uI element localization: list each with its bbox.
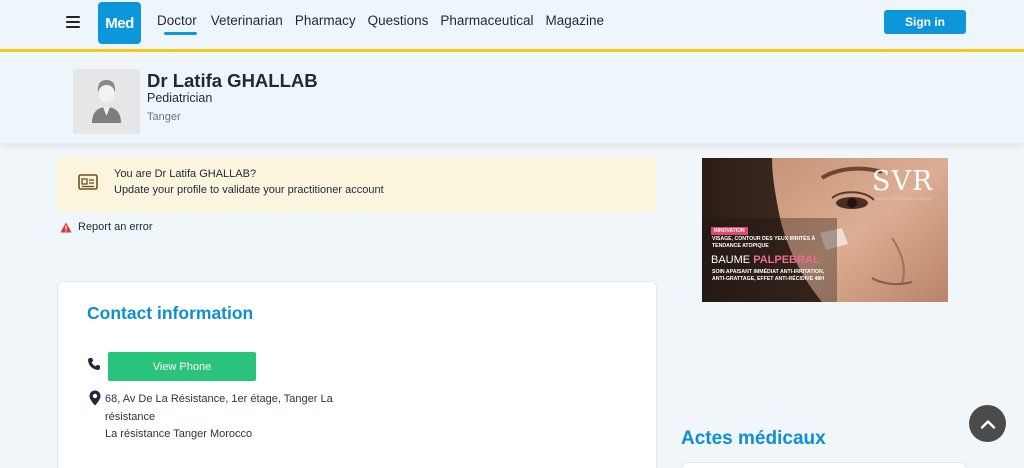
actes-medicaux-title: Actes médicaux [681,428,826,449]
sign-in-button[interactable]: Sign in [884,10,966,34]
phone-icon [88,358,100,370]
ad-brand-subtitle: LABORATOIRE DERMATOLOGIQUE [874,197,933,201]
nav-questions[interactable]: Questions [363,13,436,28]
claim-instruction: Update your profile to validate your pra… [114,184,384,196]
location-pin-icon [89,390,101,406]
doctor-avatar-icon [73,69,140,134]
claim-question: You are Dr Latifa GHALLAB? [114,168,257,180]
contact-title: Contact information [87,303,254,323]
avatar [73,69,140,134]
nav-pharmaceutical[interactable]: Pharmaceutical [435,13,540,28]
logo[interactable]: Med [98,2,141,44]
ad-brand-logo: SVR [872,166,934,197]
address-line-2: La résistance Tanger Morocco [105,428,253,440]
report-error-link[interactable]: Report an error [60,221,153,233]
id-card-icon [78,174,98,190]
advertisement-banner[interactable]: SVR LABORATOIRE DERMATOLOGIQUE INNOVATIO… [702,158,948,302]
nav-magazine[interactable]: Magazine [540,13,611,28]
top-navbar: Med Doctor Veterinarian Pharmacy Questio… [0,0,1024,52]
report-error-label: Report an error [78,221,153,233]
nav-pharmacy[interactable]: Pharmacy [290,13,363,28]
address-line-1: 68, Av De La Résistance, 1er étage, Tang… [105,393,333,423]
view-phone-button[interactable]: View Phone [108,352,256,381]
ad-description: SOIN APAISANT IMMÉDIAT ANTI-IRRITATION, … [712,269,825,282]
contact-information-card: Contact information View Phone 68, Av De… [57,281,657,468]
nav-veterinarian[interactable]: Veterinarian [204,13,290,28]
ad-product-prefix: BAUME [711,254,754,266]
doctor-city: Tanger [147,111,181,123]
address: 68, Av De La Résistance, 1er étage, Tang… [105,391,355,444]
ad-tag: INNOVATION [711,227,748,235]
warning-icon [60,222,72,232]
ad-product-name: BAUME PALPEBRAL [711,254,820,266]
main-nav: Doctor Veterinarian Pharmacy Questions P… [157,13,611,35]
ad-headline: VISAGE, CONTOUR DES YEUX IRRITÉS À TENDA… [712,236,816,249]
ad-product-highlight: PALPEBRAL [753,254,820,266]
doctor-specialty: Pediatrician [147,91,213,105]
claim-profile-banner[interactable]: You are Dr Latifa GHALLAB? Update your p… [57,157,656,212]
doctor-name: Dr Latifa GHALLAB [147,70,318,91]
scroll-to-top-button[interactable] [969,405,1006,442]
actes-medicaux-card [681,462,967,468]
menu-icon[interactable] [66,15,80,29]
chevron-up-icon [980,419,995,429]
nav-doctor[interactable]: Doctor [157,13,204,35]
